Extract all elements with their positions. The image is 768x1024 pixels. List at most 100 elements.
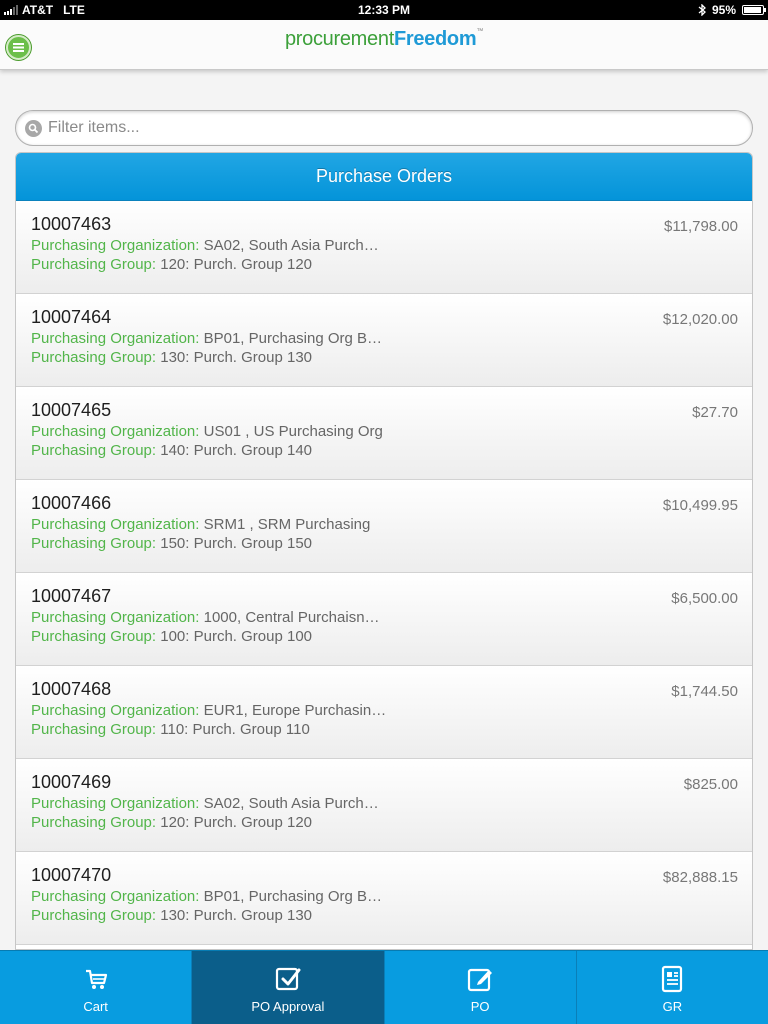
- po-org-line: Purchasing Organization: SA02, South Asi…: [31, 795, 379, 812]
- po-org-line: Purchasing Organization: BP01, Purchasin…: [31, 888, 382, 905]
- cart-icon: [85, 969, 107, 989]
- group-label: Purchasing Group:: [31, 628, 157, 645]
- tab-bar: Cart PO Approval PO GR: [0, 950, 768, 1024]
- list-title: Purchase Orders: [16, 153, 752, 201]
- group-label: Purchasing Group:: [31, 442, 157, 459]
- group-label: Purchasing Group:: [31, 721, 157, 738]
- po-amount: $82,888.15: [662, 869, 738, 886]
- approval-check-icon: [275, 967, 301, 991]
- tab-po[interactable]: PO: [385, 951, 577, 1024]
- group-value: 130: Purch. Group 130: [160, 907, 313, 924]
- tab-label: PO: [470, 999, 490, 1014]
- search-icon: [25, 120, 42, 137]
- edit-icon: [468, 968, 493, 992]
- logo-trademark: ™: [476, 28, 484, 35]
- po-row[interactable]: 10007464 $12,020.00 Purchasing Organizat…: [16, 294, 752, 387]
- org-value: BP01, Purchasing Org B…: [203, 888, 383, 905]
- org-label: Purchasing Organization:: [31, 330, 200, 347]
- group-value: 120: Purch. Group 120: [160, 256, 313, 273]
- po-org-line: Purchasing Organization: SRM1 , SRM Purc…: [31, 516, 370, 533]
- po-group-line: Purchasing Group: 120: Purch. Group 120: [31, 814, 312, 831]
- po-amount: $10,499.95: [662, 497, 738, 514]
- po-row[interactable]: 10007465 $27.70 Purchasing Organization:…: [16, 387, 752, 480]
- org-value: SRM1 , SRM Purchasing: [203, 516, 371, 533]
- po-row[interactable]: 10007468 $1,744.50 Purchasing Organizati…: [16, 666, 752, 759]
- org-label: Purchasing Organization:: [31, 516, 200, 533]
- org-label: Purchasing Organization:: [31, 702, 200, 719]
- status-right: 95%: [698, 3, 766, 17]
- po-number: 10007466: [31, 493, 112, 513]
- po-org-line: Purchasing Organization: BP01, Purchasin…: [31, 330, 382, 347]
- group-label: Purchasing Group:: [31, 535, 157, 552]
- tab-label: PO Approval: [251, 999, 325, 1014]
- po-number: 10007469: [31, 772, 112, 792]
- org-label: Purchasing Organization:: [31, 237, 200, 254]
- document-icon: [662, 965, 683, 993]
- org-value: SA02, South Asia Purch…: [203, 795, 379, 812]
- group-label: Purchasing Group:: [31, 349, 157, 366]
- bluetooth-icon: [698, 4, 706, 16]
- po-group-line: Purchasing Group: 150: Purch. Group 150: [31, 535, 312, 552]
- po-group-line: Purchasing Group: 130: Purch. Group 130: [31, 907, 312, 924]
- po-group-line: Purchasing Group: 130: Purch. Group 130: [31, 349, 312, 366]
- po-number: 10007464: [31, 307, 112, 327]
- logo-text-bold: Freedom: [393, 28, 477, 50]
- po-amount: $6,500.00: [671, 590, 738, 607]
- po-number: 10007470: [31, 865, 112, 885]
- po-number: 10007465: [31, 400, 112, 420]
- group-value: 150: Purch. Group 150: [160, 535, 313, 552]
- tab-gr[interactable]: GR: [577, 951, 768, 1024]
- status-bar: AT&T LTE 12:33 PM 95%: [0, 0, 768, 20]
- po-org-line: Purchasing Organization: US01 , US Purch…: [31, 423, 383, 440]
- org-value: 1000, Central Purchaisn…: [203, 609, 380, 626]
- po-row[interactable]: 10007469 $825.00 Purchasing Organization…: [16, 759, 752, 852]
- purchase-order-list: Purchase Orders 10007463 $11,798.00 Purc…: [15, 152, 753, 950]
- po-org-line: Purchasing Organization: SA02, South Asi…: [31, 237, 379, 254]
- org-value: SA02, South Asia Purch…: [203, 237, 379, 254]
- app-header: procurementFreedom™: [0, 20, 768, 70]
- org-label: Purchasing Organization:: [31, 609, 200, 626]
- org-value: US01 , US Purchasing Org: [203, 423, 383, 440]
- po-amount: $1,744.50: [671, 683, 738, 700]
- po-amount: $11,798.00: [664, 218, 738, 235]
- po-org-line: Purchasing Organization: EUR1, Europe Pu…: [31, 702, 386, 719]
- org-label: Purchasing Organization:: [31, 888, 200, 905]
- group-label: Purchasing Group:: [31, 814, 157, 831]
- po-row[interactable]: 10007463 $11,798.00 Purchasing Organizat…: [16, 201, 752, 294]
- tab-cart[interactable]: Cart: [0, 951, 193, 1024]
- logo-text-light: procurement: [284, 28, 394, 50]
- group-label: Purchasing Group:: [31, 907, 157, 924]
- group-label: Purchasing Group:: [31, 256, 157, 273]
- po-number: 10007467: [31, 586, 112, 606]
- po-group-line: Purchasing Group: 140: Purch. Group 140: [31, 442, 312, 459]
- tab-label: Cart: [83, 999, 108, 1014]
- po-group-line: Purchasing Group: 120: Purch. Group 120: [31, 256, 312, 273]
- filter-box: [15, 110, 753, 146]
- filter-input[interactable]: [48, 113, 738, 143]
- po-row[interactable]: 10007470 $82,888.15 Purchasing Organizat…: [16, 852, 752, 945]
- po-amount: $825.00: [683, 776, 738, 793]
- org-value: BP01, Purchasing Org B…: [203, 330, 383, 347]
- battery-percent: 95%: [711, 3, 736, 17]
- tab-label: GR: [662, 999, 683, 1014]
- group-value: 130: Purch. Group 130: [160, 349, 313, 366]
- status-time: 12:33 PM: [357, 3, 411, 17]
- po-org-line: Purchasing Organization: 1000, Central P…: [31, 609, 380, 626]
- org-value: EUR1, Europe Purchasin…: [203, 702, 387, 719]
- group-value: 100: Purch. Group 100: [160, 628, 313, 645]
- tab-po-approval[interactable]: PO Approval: [192, 951, 385, 1024]
- po-amount: $27.70: [692, 404, 738, 421]
- group-value: 110: Purch. Group 110: [160, 721, 310, 738]
- group-value: 120: Purch. Group 120: [160, 814, 313, 831]
- org-label: Purchasing Organization:: [31, 795, 200, 812]
- po-row[interactable]: 10007466 $10,499.95 Purchasing Organizat…: [16, 480, 752, 573]
- po-number: 10007463: [31, 214, 112, 234]
- battery-icon: [742, 5, 766, 15]
- po-amount: $12,020.00: [662, 311, 738, 328]
- po-number: 10007468: [31, 679, 112, 699]
- org-label: Purchasing Organization:: [31, 423, 200, 440]
- po-row[interactable]: 10007467 $6,500.00 Purchasing Organizati…: [16, 573, 752, 666]
- app-logo: procurementFreedom™: [0, 28, 768, 51]
- group-value: 140: Purch. Group 140: [160, 442, 313, 459]
- po-group-line: Purchasing Group: 100: Purch. Group 100: [31, 628, 312, 645]
